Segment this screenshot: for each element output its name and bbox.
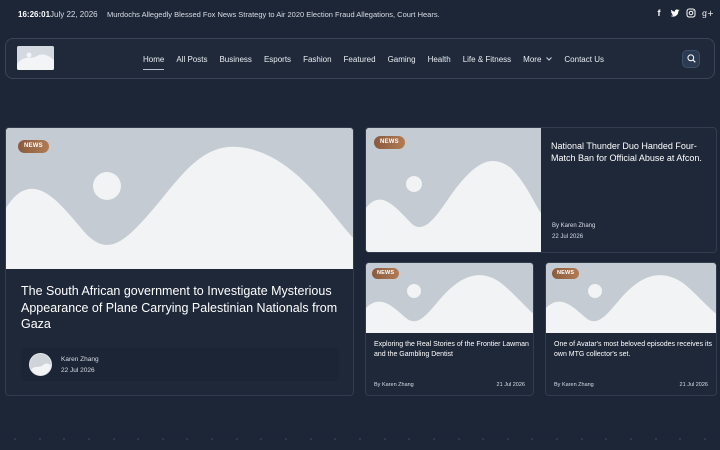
post-title[interactable]: One of Avatar's most beloved episodes re… [554,340,712,359]
post-card[interactable]: NEWS National Thunder Duo Handed Four-Ma… [365,127,717,253]
author-box: Karen Zhang 22 Jul 2026 [21,348,339,381]
site-logo[interactable] [17,46,54,70]
nav-life-fitness[interactable]: Life & Fitness [463,53,511,65]
nav-esports[interactable]: Esports [264,53,291,65]
search-button[interactable] [682,50,700,68]
nav-health[interactable]: Health [428,53,451,65]
post-date: 22 Jul 2026 [552,234,584,240]
instagram-icon[interactable] [686,8,696,19]
nav-featured[interactable]: Featured [344,53,376,65]
social-links: f g+ [654,8,714,19]
category-badge[interactable]: NEWS [552,268,580,279]
post-date: 22 Jul 2026 [61,367,95,374]
decorative-dots [0,438,720,442]
category-badge[interactable]: NEWS [18,140,49,153]
facebook-icon[interactable]: f [654,8,664,19]
current-date: July 22, 2026 [50,10,98,19]
clock-time: 16:26:01 [18,10,51,19]
search-icon [686,50,696,68]
site-header: Home All Posts Business Esports Fashion … [5,38,715,79]
category-badge[interactable]: NEWS [374,136,405,149]
nav-more-label: More [523,54,542,64]
post-title[interactable]: Exploring the Real Stories of the Fronti… [374,340,529,359]
nav-gaming[interactable]: Gaming [388,53,416,65]
post-card[interactable]: NEWS Exploring the Real Stories of the F… [365,262,534,396]
nav-fashion[interactable]: Fashion [303,53,331,65]
author-name[interactable]: By Karen Zhang [374,382,414,388]
news-ticker-headline[interactable]: Murdochs Allegedly Blessed Fox News Stra… [107,10,440,19]
post-date: 21 Jul 2026 [496,382,525,388]
post-title[interactable]: The South African government to Investig… [21,283,343,333]
author-name[interactable]: By Karen Zhang [552,223,595,229]
avatar[interactable] [29,353,52,376]
main-nav: Home All Posts Business Esports Fashion … [143,53,616,70]
nav-all-posts[interactable]: All Posts [176,53,207,65]
post-image-placeholder[interactable] [6,128,353,269]
google-plus-icon[interactable]: g+ [702,8,714,19]
post-title[interactable]: National Thunder Duo Handed Four-Match B… [551,140,711,164]
twitter-icon[interactable] [670,8,680,19]
author-name[interactable]: Karen Zhang [61,356,99,363]
author-name[interactable]: By Karen Zhang [554,382,594,388]
category-badge[interactable]: NEWS [372,268,400,279]
nav-more[interactable]: More [523,53,553,65]
nav-home[interactable]: Home [143,53,165,70]
top-bar: 16:26:01 July 22, 2026 Murdochs Allegedl… [0,0,720,30]
chevron-down-icon [546,56,553,63]
post-card[interactable]: NEWS One of Avatar's most beloved episod… [545,262,717,396]
nav-contact-us[interactable]: Contact Us [564,53,604,65]
featured-post-card[interactable]: NEWS The South African government to Inv… [5,127,354,396]
post-date: 21 Jul 2026 [679,382,708,388]
nav-business[interactable]: Business [219,53,251,65]
